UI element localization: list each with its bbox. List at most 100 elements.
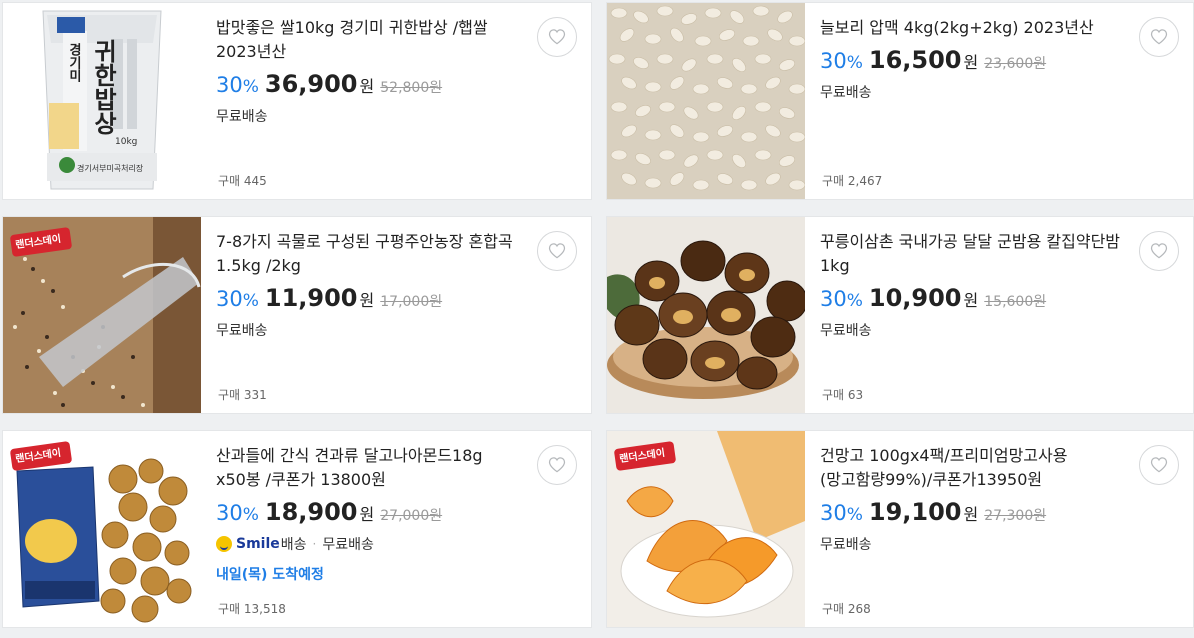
original-price: 23,600원 xyxy=(984,56,1047,72)
discount-rate-value: 30 xyxy=(820,287,847,311)
product-card[interactable]: 늘보리 압맥 4kg(2kg+2kg) 2023년산 30% 16,500 원 … xyxy=(606,2,1194,200)
discount-rate-value: 30 xyxy=(216,73,243,97)
heart-icon xyxy=(1150,29,1168,45)
wishlist-button[interactable] xyxy=(1139,231,1179,271)
smile-suffix: 배송 xyxy=(280,537,307,553)
smile-delivery-label: Smile 배송 xyxy=(216,534,307,554)
currency-label: 원 xyxy=(359,77,375,96)
product-image-barley[interactable] xyxy=(607,3,805,199)
product-info: 밥맛좋은 쌀10kg 경기미 귀한밥상 /햅쌀 2023년산 30% 36,90… xyxy=(216,16,528,126)
discount-rate-unit: % xyxy=(846,291,863,311)
original-price: 17,000원 xyxy=(380,294,443,310)
shipping-info: 무료배송 xyxy=(216,323,268,339)
currency-label: 원 xyxy=(963,505,979,524)
product-image-chestnuts[interactable] xyxy=(607,217,805,413)
sale-price: 18,900 xyxy=(264,498,358,526)
product-card[interactable]: 꾸릉이삼촌 국내가공 달달 군밤용 칼집약단밤 1kg 30% 10,900 원… xyxy=(606,216,1194,414)
smile-logo-icon xyxy=(216,536,232,552)
discount-rate-value: 30 xyxy=(820,501,847,525)
arrival-estimate: 내일(목) 도착예정 xyxy=(216,567,324,583)
shipping-info: Smile 배송 · 무료배송 xyxy=(216,534,528,554)
heart-icon xyxy=(548,29,566,45)
price-row: 30% 19,100 원 27,300원 xyxy=(820,498,1132,528)
sale-price: 36,900 xyxy=(264,70,358,98)
currency-label: 원 xyxy=(963,291,979,310)
currency-label: 원 xyxy=(963,53,979,72)
product-info: 건망고 100gx4팩/프리미엄망고사용(망고함량99%)/쿠폰가13950원 … xyxy=(820,444,1132,554)
purchase-count: 구매 2,467 xyxy=(822,174,883,188)
product-grid: 경기미 귀한밥상 10kg 경기서부미곡처리장 밥맛좋은 쌀10kg 경기미 귀… xyxy=(0,0,1194,638)
wishlist-button[interactable] xyxy=(1139,17,1179,57)
sale-price: 11,900 xyxy=(264,284,358,312)
product-title[interactable]: 건망고 100gx4팩/프리미엄망고사용(망고함량99%)/쿠폰가13950원 xyxy=(820,444,1132,492)
discount-rate: 30% xyxy=(216,73,259,97)
discount-rate: 30% xyxy=(216,287,259,311)
bag-label-mill: 경기서부미곡처리장 xyxy=(77,164,144,173)
product-image-almond-snack[interactable]: 랜더스데이 xyxy=(3,431,201,627)
discount-rate-value: 30 xyxy=(820,49,847,73)
purchase-count: 구매 13,518 xyxy=(218,602,286,616)
product-image-dried-mango[interactable]: 랜더스데이 xyxy=(607,431,805,627)
product-info: 7-8가지 곡물로 구성된 구평주안농장 혼합곡 1.5kg /2kg 30% … xyxy=(216,230,528,340)
purchase-count: 구매 445 xyxy=(218,174,267,188)
discount-rate: 30% xyxy=(820,287,863,311)
sale-price: 16,500 xyxy=(868,46,962,74)
product-card[interactable]: 랜더스데이 건망고 100gx4팩/프리미엄망고사용(망고함량99%)/쿠폰가1… xyxy=(606,430,1194,628)
discount-rate-value: 30 xyxy=(216,287,243,311)
discount-rate: 30% xyxy=(820,49,863,73)
price-row: 30% 36,900 원 52,800원 xyxy=(216,70,528,100)
wishlist-button[interactable] xyxy=(537,445,577,485)
shipping-info: 무료배송 xyxy=(820,537,872,553)
bag-label-region: 경기미 xyxy=(66,43,81,82)
wishlist-button[interactable] xyxy=(537,17,577,57)
wishlist-button[interactable] xyxy=(537,231,577,271)
product-image-mixed-grains[interactable]: 랜더스데이 xyxy=(3,217,201,413)
free-shipping-label: 무료배송 xyxy=(322,537,374,553)
heart-icon xyxy=(1150,457,1168,473)
product-info: 산과들에 간식 견과류 달고나아몬드18g x50봉 /쿠폰가 13800원 3… xyxy=(216,444,528,584)
product-title[interactable]: 밥맛좋은 쌀10kg 경기미 귀한밥상 /햅쌀 2023년산 xyxy=(216,16,528,64)
currency-label: 원 xyxy=(359,505,375,524)
original-price: 15,600원 xyxy=(984,294,1047,310)
shipping-info: 무료배송 xyxy=(216,109,268,125)
heart-icon xyxy=(548,243,566,259)
discount-rate-value: 30 xyxy=(216,501,243,525)
price-row: 30% 16,500 원 23,600원 xyxy=(820,46,1132,76)
discount-rate-unit: % xyxy=(242,77,259,97)
price-row: 30% 18,900 원 27,000원 xyxy=(216,498,528,528)
discount-rate: 30% xyxy=(820,501,863,525)
original-price: 52,800원 xyxy=(380,80,443,96)
product-title[interactable]: 7-8가지 곡물로 구성된 구평주안농장 혼합곡 1.5kg /2kg xyxy=(216,230,528,278)
product-image-rice-bag[interactable]: 경기미 귀한밥상 10kg 경기서부미곡처리장 xyxy=(3,3,201,199)
currency-label: 원 xyxy=(359,291,375,310)
product-card[interactable]: 랜더스데이 산과들에 간식 견과류 달고나아몬드18g x50봉 /쿠폰가 13… xyxy=(2,430,592,628)
wishlist-button[interactable] xyxy=(1139,445,1179,485)
discount-rate-unit: % xyxy=(242,505,259,525)
purchase-count: 구매 331 xyxy=(218,388,267,402)
product-info: 늘보리 압맥 4kg(2kg+2kg) 2023년산 30% 16,500 원 … xyxy=(820,16,1132,102)
purchase-count: 구매 63 xyxy=(822,388,864,402)
bag-label-brand: 귀한밥상 xyxy=(89,39,117,135)
price-row: 30% 11,900 원 17,000원 xyxy=(216,284,528,314)
product-title[interactable]: 늘보리 압맥 4kg(2kg+2kg) 2023년산 xyxy=(820,16,1132,40)
original-price: 27,300원 xyxy=(984,508,1047,524)
product-title[interactable]: 꾸릉이삼촌 국내가공 달달 군밤용 칼집약단밤 1kg xyxy=(820,230,1132,278)
product-info: 꾸릉이삼촌 국내가공 달달 군밤용 칼집약단밤 1kg 30% 10,900 원… xyxy=(820,230,1132,340)
price-row: 30% 10,900 원 15,600원 xyxy=(820,284,1132,314)
product-card[interactable]: 랜더스데이 7-8가지 곡물로 구성된 구평주안농장 혼합곡 1.5kg /2k… xyxy=(2,216,592,414)
discount-rate-unit: % xyxy=(846,53,863,73)
smile-brand: Smile xyxy=(236,536,280,552)
heart-icon xyxy=(1150,243,1168,259)
purchase-count: 구매 268 xyxy=(822,602,871,616)
product-title[interactable]: 산과들에 간식 견과류 달고나아몬드18g x50봉 /쿠폰가 13800원 xyxy=(216,444,528,492)
shipping-info: 무료배송 xyxy=(820,323,872,339)
shipping-info: 무료배송 xyxy=(820,85,872,101)
product-card[interactable]: 경기미 귀한밥상 10kg 경기서부미곡처리장 밥맛좋은 쌀10kg 경기미 귀… xyxy=(2,2,592,200)
bag-label-weight: 10kg xyxy=(115,137,138,147)
discount-rate-unit: % xyxy=(846,505,863,525)
discount-rate-unit: % xyxy=(242,291,259,311)
heart-icon xyxy=(548,457,566,473)
original-price: 27,000원 xyxy=(380,508,443,524)
sale-price: 19,100 xyxy=(868,498,962,526)
separator-dot: · xyxy=(312,537,317,551)
